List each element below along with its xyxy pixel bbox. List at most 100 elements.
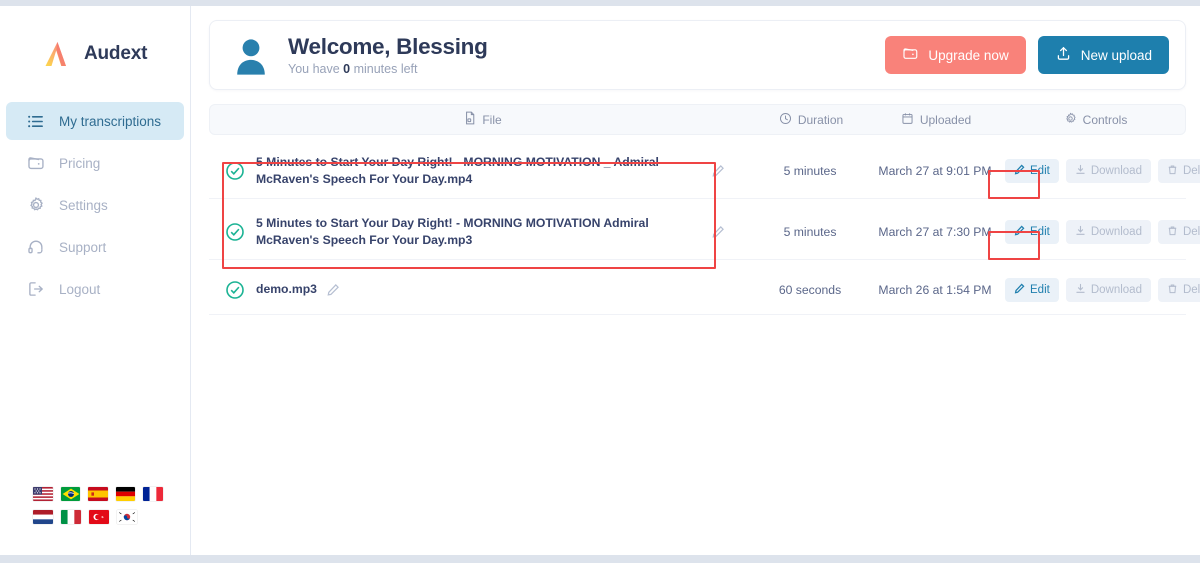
row-file-cell: demo.mp3 xyxy=(209,280,755,300)
column-header-label: Uploaded xyxy=(919,112,972,127)
rename-pencil-icon[interactable] xyxy=(711,164,725,178)
flag-netherlands-icon[interactable] xyxy=(33,510,53,524)
minutes-left-text: You have 0 minutes left xyxy=(288,62,885,76)
sidebar-item-pricing[interactable]: Pricing xyxy=(6,144,184,182)
calendar-icon xyxy=(901,112,914,128)
edit-button[interactable]: Edit xyxy=(1005,219,1059,244)
table-header-row: File Duration Uploaded Controls xyxy=(209,104,1186,135)
download-icon xyxy=(1075,283,1086,297)
row-controls-cell: Edit Download Delete xyxy=(1005,158,1200,183)
flag-germany-icon[interactable] xyxy=(115,487,136,501)
duration-value: 60 seconds xyxy=(778,282,842,297)
flag-row xyxy=(33,487,163,501)
sidebar-item-settings[interactable]: Settings xyxy=(6,186,184,224)
wallet-icon xyxy=(26,154,45,173)
wallet-icon xyxy=(902,46,919,64)
file-icon xyxy=(464,111,476,128)
clock-icon xyxy=(779,112,792,128)
download-label: Download xyxy=(1090,164,1142,177)
gear-icon xyxy=(26,196,45,215)
delete-button[interactable]: Delete xyxy=(1157,277,1200,302)
sidebar-item-label: Logout xyxy=(59,281,101,297)
delete-button[interactable]: Delete xyxy=(1157,219,1200,244)
brand-logo[interactable]: Audext xyxy=(0,6,190,80)
flag-turkey-icon[interactable] xyxy=(89,510,109,524)
headset-icon xyxy=(26,238,45,257)
column-header-label: File xyxy=(482,112,502,127)
sidebar-item-label: Pricing xyxy=(59,155,101,171)
logout-icon xyxy=(26,280,45,299)
sidebar-item-label: Support xyxy=(59,239,107,255)
flag-row xyxy=(33,510,163,524)
row-uploaded-cell: March 26 at 1:54 PM xyxy=(865,283,1005,297)
trash-icon xyxy=(1167,283,1178,297)
trash-icon xyxy=(1167,225,1178,239)
pencil-icon xyxy=(1014,225,1025,239)
row-control-buttons: Edit Download Delete xyxy=(1005,277,1200,302)
pencil-icon xyxy=(1014,283,1025,297)
row-duration-cell: 5 minutes xyxy=(755,164,865,178)
table-row[interactable]: demo.mp3 60 seconds March 26 at 1:54 PM xyxy=(209,265,1200,315)
check-circle-icon xyxy=(225,222,245,242)
delete-button[interactable]: Delete xyxy=(1157,158,1200,183)
upgrade-now-button[interactable]: Upgrade now xyxy=(885,36,1026,74)
flag-france-icon[interactable] xyxy=(143,487,163,501)
row-controls-cell: Edit Download Delete xyxy=(1005,219,1200,244)
edit-label: Edit xyxy=(1030,225,1050,238)
sidebar-item-label: Settings xyxy=(59,197,108,213)
flag-brazil-icon[interactable] xyxy=(60,487,81,501)
row-file-cell: 5 Minutes to Start Your Day Right! - MOR… xyxy=(209,154,755,186)
minutes-suffix: minutes left xyxy=(350,61,418,76)
row-control-buttons: Edit Download Delete xyxy=(1005,158,1200,183)
sidebar-item-my-transcriptions[interactable]: My transcriptions xyxy=(6,102,184,140)
sidebar-item-support[interactable]: Support xyxy=(6,228,184,266)
flag-italy-icon[interactable] xyxy=(61,510,81,524)
upgrade-now-label: Upgrade now xyxy=(928,47,1009,63)
edit-button[interactable]: Edit xyxy=(1005,277,1059,302)
file-name-wrapper: demo.mp3 xyxy=(256,281,340,297)
new-upload-button[interactable]: New upload xyxy=(1037,36,1169,74)
trash-icon xyxy=(1167,164,1178,178)
table-row[interactable]: 5 Minutes to Start Your Day Right! - MOR… xyxy=(209,204,1200,260)
download-icon xyxy=(1075,225,1086,239)
rename-pencil-icon[interactable] xyxy=(326,283,340,297)
edit-label: Edit xyxy=(1030,283,1050,296)
table-row[interactable]: 5 Minutes to Start Your Day Right! - MOR… xyxy=(209,143,1200,199)
row-uploaded-cell: March 27 at 7:30 PM xyxy=(865,225,1005,239)
file-name: 5 Minutes to Start Your Day Right! - MOR… xyxy=(256,216,649,247)
sidebar-item-logout[interactable]: Logout xyxy=(6,270,184,308)
list-icon xyxy=(26,112,45,131)
app-window: Audext My transcriptions Pricing Setting… xyxy=(0,0,1200,563)
column-header-duration: Duration xyxy=(756,112,866,128)
minutes-prefix: You have xyxy=(288,61,344,76)
flag-spain-icon[interactable] xyxy=(88,487,108,501)
row-uploaded-cell: March 27 at 9:01 PM xyxy=(865,164,1005,178)
download-button[interactable]: Download xyxy=(1065,277,1151,302)
upload-icon xyxy=(1055,45,1072,65)
column-header-controls: Controls xyxy=(1006,112,1185,128)
gear-icon xyxy=(1064,112,1077,128)
uploaded-value: March 27 at 7:30 PM xyxy=(878,224,992,239)
header-actions: Upgrade now New upload xyxy=(885,36,1169,74)
page-title: Welcome, Blessing xyxy=(288,34,488,60)
uploaded-value: March 26 at 1:54 PM xyxy=(878,282,992,297)
download-label: Download xyxy=(1090,283,1142,296)
download-label: Download xyxy=(1090,225,1142,238)
column-header-label: Duration xyxy=(797,112,844,127)
column-header-file: File xyxy=(210,111,756,128)
check-circle-icon xyxy=(225,280,245,300)
delete-label: Delete xyxy=(1182,283,1200,296)
duration-value: 5 minutes xyxy=(783,224,837,239)
row-file-cell: 5 Minutes to Start Your Day Right! - MOR… xyxy=(209,215,755,247)
download-button[interactable]: Download xyxy=(1065,158,1151,183)
uploaded-value: March 27 at 9:01 PM xyxy=(878,163,992,178)
rename-pencil-icon[interactable] xyxy=(711,225,725,239)
edit-button[interactable]: Edit xyxy=(1005,158,1059,183)
download-button[interactable]: Download xyxy=(1065,219,1151,244)
pencil-icon xyxy=(1014,164,1025,178)
row-control-buttons: Edit Download Delete xyxy=(1005,219,1200,244)
flag-united-states-icon[interactable] xyxy=(33,487,53,501)
flag-south-korea-icon[interactable] xyxy=(117,510,137,524)
file-name: 5 Minutes to Start Your Day Right! - MOR… xyxy=(256,155,659,186)
column-header-label: Controls xyxy=(1082,112,1128,127)
